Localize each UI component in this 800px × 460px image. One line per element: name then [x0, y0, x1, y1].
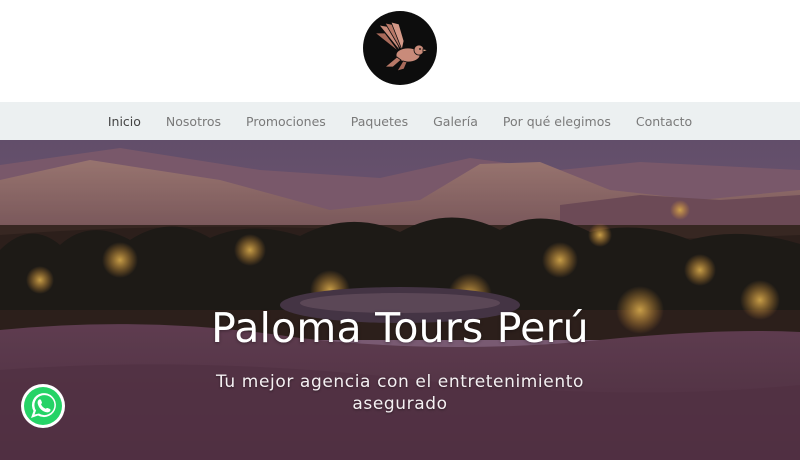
nav-item-nosotros[interactable]: Nosotros [166, 114, 221, 129]
nav-list: Inicio Nosotros Promociones Paquetes Gal… [0, 102, 800, 140]
nav-item-promociones[interactable]: Promociones [246, 114, 326, 129]
page: Inicio Nosotros Promociones Paquetes Gal… [0, 0, 800, 460]
nav-item-galeria[interactable]: Galería [433, 114, 478, 129]
whatsapp-button[interactable] [20, 383, 66, 429]
nav-item-contacto[interactable]: Contacto [636, 114, 692, 129]
site-header [0, 0, 800, 102]
hero-title: Paloma Tours Perú [211, 304, 589, 352]
whatsapp-icon [21, 384, 65, 428]
hero-banner: Paloma Tours Perú Tu mejor agencia con e… [0, 140, 800, 460]
nav-item-por-que-elegimos[interactable]: Por qué elegimos [503, 114, 611, 129]
dove-bird-icon [373, 21, 430, 72]
nav-item-paquetes[interactable]: Paquetes [351, 114, 408, 129]
site-logo[interactable] [363, 11, 437, 85]
nav-item-inicio[interactable]: Inicio [108, 114, 141, 129]
main-navigation: Inicio Nosotros Promociones Paquetes Gal… [0, 102, 800, 140]
hero-subtitle: Tu mejor agencia con el entretenimiento … [216, 372, 584, 414]
